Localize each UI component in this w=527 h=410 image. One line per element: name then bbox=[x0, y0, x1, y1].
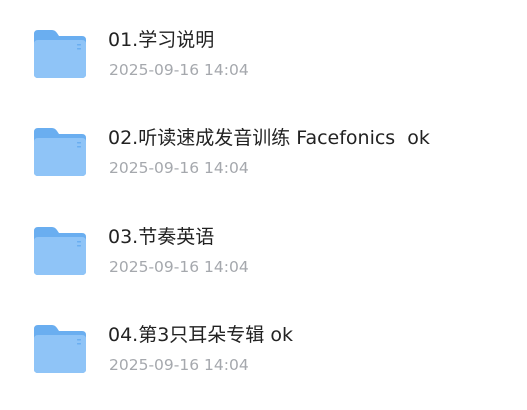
folder-date: 2025-09-16 14:04 bbox=[109, 258, 249, 276]
folder-date: 2025-09-16 14:04 bbox=[109, 61, 249, 79]
folder-name: 04.第3只耳朵专辑 ok bbox=[108, 324, 293, 346]
folder-item[interactable]: 01.学习说明 2025-09-16 14:04 bbox=[0, 10, 527, 90]
folder-date: 2025-09-16 14:04 bbox=[109, 356, 249, 374]
folder-item[interactable]: 03.节奏英语 2025-09-16 14:04 bbox=[0, 207, 527, 287]
folder-item[interactable]: 04.第3只耳朵专辑 ok 2025-09-16 14:04 bbox=[0, 305, 527, 385]
folder-name: 02.听读速成发音训练 Facefonics ok bbox=[108, 127, 430, 149]
folder-date: 2025-09-16 14:04 bbox=[109, 159, 249, 177]
folder-icon bbox=[32, 126, 88, 178]
file-list: 01.学习说明 2025-09-16 14:04 02.听读速成发音训练 Fac… bbox=[0, 0, 527, 410]
folder-icon bbox=[32, 323, 88, 375]
folder-icon bbox=[32, 28, 88, 80]
folder-icon bbox=[32, 225, 88, 277]
folder-name: 03.节奏英语 bbox=[108, 226, 215, 248]
folder-item[interactable]: 02.听读速成发音训练 Facefonics ok 2025-09-16 14:… bbox=[0, 108, 527, 188]
folder-name: 01.学习说明 bbox=[108, 29, 215, 51]
